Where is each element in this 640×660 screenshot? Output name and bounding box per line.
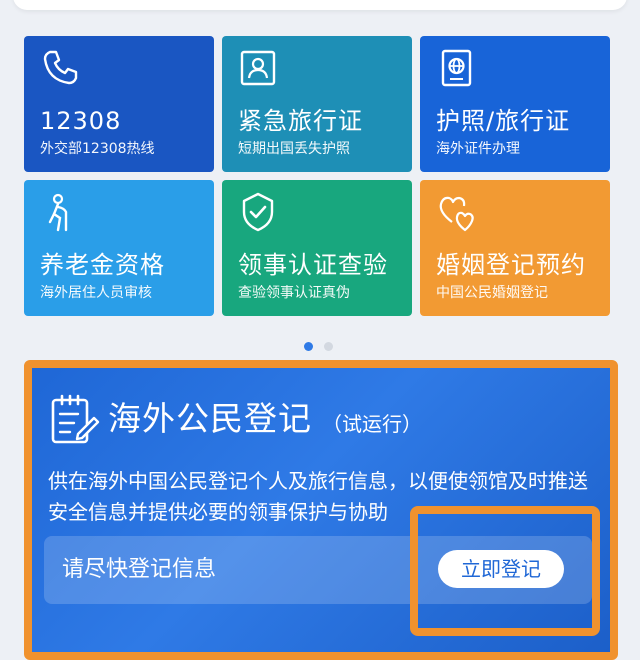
id-card-icon — [240, 50, 276, 86]
tile-consular-authentication[interactable]: 领事认证查验 查验领事认证真伪 — [222, 180, 412, 316]
form-edit-icon — [51, 394, 100, 444]
tile-title: 12308 — [40, 107, 122, 135]
tile-subtitle: 短期出国丢失护照 — [238, 141, 350, 157]
tile-passport[interactable]: 护照/旅行证 海外证件办理 — [420, 36, 610, 172]
tile-title: 养老金资格 — [40, 251, 165, 279]
tile-subtitle: 海外居住人员审核 — [40, 285, 152, 301]
registration-header: 海外公民登记 （试运行） — [50, 390, 590, 450]
carousel-dot[interactable] — [324, 342, 333, 351]
tile-subtitle: 中国公民婚姻登记 — [436, 285, 548, 301]
tile-hotline[interactable]: 12308 外交部12308热线 — [24, 36, 214, 172]
tile-title: 领事认证查验 — [238, 251, 388, 279]
shield-check-icon — [242, 192, 274, 232]
tile-pension-qualification[interactable]: 养老金资格 海外居住人员审核 — [24, 180, 214, 316]
registration-title: 海外公民登记 — [108, 399, 312, 438]
highlight-box — [410, 506, 600, 636]
trial-label: （试运行） — [322, 412, 422, 436]
tile-subtitle: 海外证件办理 — [436, 141, 520, 157]
hearts-icon — [439, 196, 474, 232]
elderly-person-icon — [48, 193, 68, 232]
tile-marriage-registration[interactable]: 婚姻登记预约 中国公民婚姻登记 — [420, 180, 610, 316]
tile-title: 婚姻登记预约 — [436, 251, 586, 279]
tile-subtitle: 查验领事认证真伪 — [238, 285, 350, 301]
tile-title: 护照/旅行证 — [436, 107, 571, 135]
registration-prompt: 请尽快登记信息 — [62, 557, 217, 582]
service-grid: 12308 外交部12308热线 紧急旅行证 短期出国丢失护照 护照/旅行证 海… — [24, 36, 616, 318]
carousel-dot-active[interactable] — [304, 342, 313, 351]
phone-icon — [43, 50, 78, 85]
tile-subtitle: 外交部12308热线 — [40, 141, 155, 157]
carousel-indicator — [302, 340, 342, 352]
top-card — [13, 0, 627, 10]
tile-title: 紧急旅行证 — [238, 107, 363, 135]
tile-emergency-travel-document[interactable]: 紧急旅行证 短期出国丢失护照 — [222, 36, 412, 172]
passport-icon — [441, 49, 472, 87]
